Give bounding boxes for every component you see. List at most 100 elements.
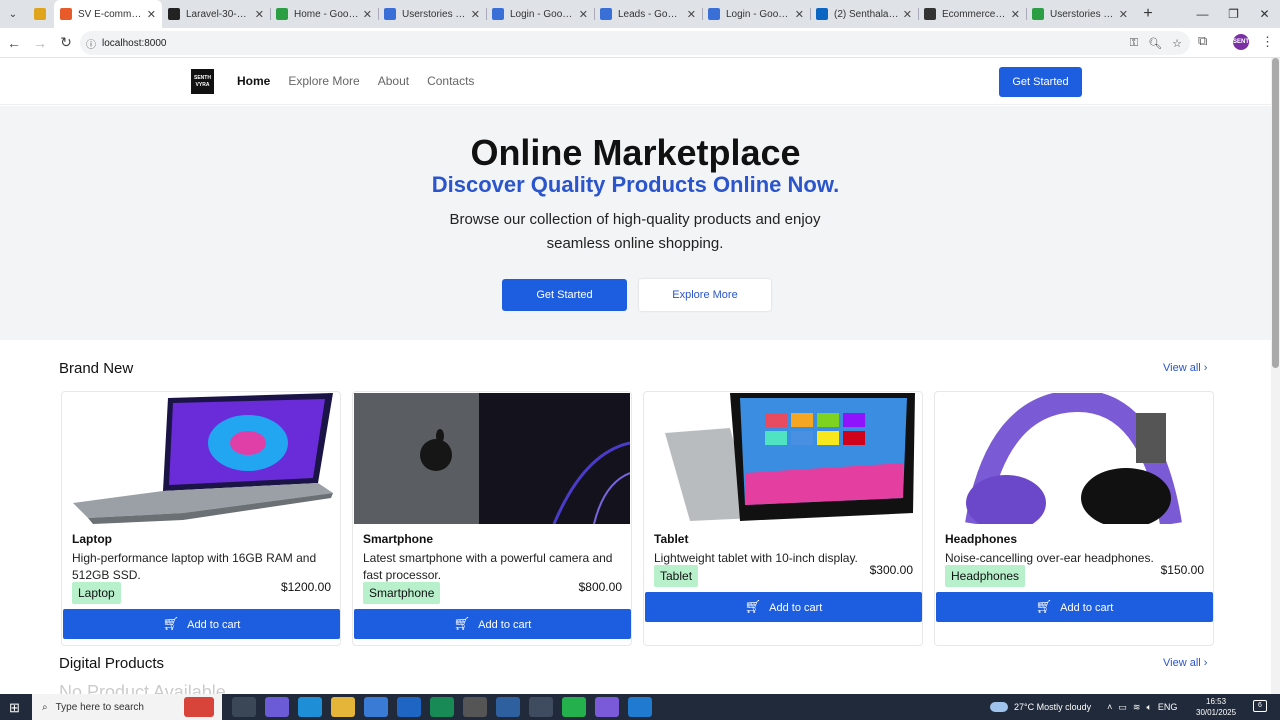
profile-avatar[interactable]: SENTH xyxy=(1233,34,1253,50)
tab-favicon-icon xyxy=(34,8,46,20)
tab-close-icon[interactable]: ✕ xyxy=(1011,8,1020,21)
hero-explore-button[interactable]: Explore More xyxy=(639,279,771,311)
browser-tab[interactable]: Userstories - Lea ✕ xyxy=(378,0,486,28)
tab-search-dropdown[interactable]: ⌄ xyxy=(0,0,26,28)
browser-tab-bar: ⌄ SV E-commerce✕Laravel-30-Days✕Home - G… xyxy=(0,0,1280,28)
restore-icon[interactable]: ❐ xyxy=(1218,0,1249,28)
product-description: High-performance laptop with 16GB RAM an… xyxy=(72,551,317,582)
product-image[interactable] xyxy=(354,393,630,524)
password-key-icon[interactable]: ⚿ xyxy=(1130,37,1138,50)
product-card[interactable]: Headphones Noise-cancelling over-ear head… xyxy=(934,391,1214,646)
tab-close-icon[interactable]: ✕ xyxy=(795,8,804,21)
hero-get-started-button[interactable]: Get Started xyxy=(502,279,627,311)
outlook-icon[interactable] xyxy=(397,697,421,717)
add-to-cart-button[interactable]: 🛒︎ Add to cart xyxy=(63,609,340,639)
tab-favicon-icon xyxy=(60,8,72,20)
nav-link-about[interactable]: About xyxy=(378,74,409,88)
tab-close-icon[interactable]: ✕ xyxy=(903,8,912,21)
address-bar[interactable]: ⓘ localhost:8000 ⚿ 🔍︎ ☆ xyxy=(80,31,1190,55)
product-name[interactable]: Headphones xyxy=(945,532,1017,546)
product-name[interactable]: Tablet xyxy=(654,532,688,546)
browser-tab[interactable]: Ecommerce App ✕ xyxy=(918,0,1026,28)
product-card[interactable]: Tablet Lightweight tablet with 10-inch di… xyxy=(643,391,923,646)
tab-close-icon[interactable]: ✕ xyxy=(255,8,264,21)
site-logo[interactable]: SENTH VYRA xyxy=(191,69,214,94)
browser-tab[interactable]: Login - Google D ✕ xyxy=(702,0,810,28)
battery-icon[interactable]: ▭ xyxy=(1118,702,1127,713)
tab-close-icon[interactable]: ✕ xyxy=(147,8,156,21)
nav-link-explore[interactable]: Explore More xyxy=(288,74,359,88)
add-to-cart-button[interactable]: 🛒︎ Add to cart xyxy=(645,592,922,622)
scrollbar-thumb[interactable] xyxy=(1272,58,1279,368)
media-icon[interactable] xyxy=(496,697,520,717)
windows-start-icon[interactable]: ⊞ xyxy=(9,700,20,716)
file-explorer-icon[interactable] xyxy=(331,697,355,717)
view-all-link-digital[interactable]: View all › xyxy=(1163,657,1207,669)
whatsapp-icon[interactable] xyxy=(562,697,586,717)
product-card[interactable]: Laptop High-performance laptop with 16GB … xyxy=(61,391,341,646)
store-icon[interactable] xyxy=(364,697,388,717)
hero-text: Browse our collection of high-quality pr… xyxy=(449,211,821,252)
product-card[interactable]: Smartphone Latest smartphone with a power… xyxy=(352,391,632,646)
tab-close-icon[interactable]: ✕ xyxy=(687,8,696,21)
site-info-icon[interactable]: ⓘ xyxy=(80,36,102,51)
product-image[interactable] xyxy=(63,393,339,524)
taskbar-clock[interactable]: 16:53 30/01/2025 xyxy=(1196,696,1236,718)
cart-icon: 🛒︎ xyxy=(162,616,180,631)
browser-tab[interactable]: Laravel-30-Days ✕ xyxy=(162,0,270,28)
product-image[interactable] xyxy=(936,393,1212,524)
browser-menu-icon[interactable]: ⋮ xyxy=(1261,34,1274,50)
product-name[interactable]: Laptop xyxy=(72,532,112,546)
browser-tab[interactable]: SV E-commerce ✕ xyxy=(54,0,162,28)
page-scrollbar[interactable] xyxy=(1271,58,1280,694)
browser-tab[interactable] xyxy=(26,0,54,28)
notifications-icon[interactable]: 6 xyxy=(1253,700,1267,712)
forward-icon[interactable]: → xyxy=(28,35,52,51)
copilot-icon[interactable] xyxy=(265,697,289,717)
extensions-icon[interactable]: ⧉ xyxy=(1198,33,1207,49)
product-image[interactable] xyxy=(645,393,921,524)
weather-text[interactable]: 27°C Mostly cloudy xyxy=(1014,702,1091,712)
bookmark-star-icon[interactable]: ☆ xyxy=(1172,37,1182,50)
tab-close-icon[interactable]: ✕ xyxy=(471,8,480,21)
back-icon[interactable]: ← xyxy=(2,35,26,51)
add-to-cart-label: Add to cart xyxy=(769,602,823,614)
wifi-icon[interactable]: ≋ xyxy=(1133,702,1141,713)
tab-close-icon[interactable]: ✕ xyxy=(1119,8,1128,21)
product-name[interactable]: Smartphone xyxy=(363,532,433,546)
app-icon[interactable] xyxy=(463,697,487,717)
excel-icon[interactable] xyxy=(430,697,454,717)
reload-icon[interactable]: ↻ xyxy=(54,34,78,51)
close-window-icon[interactable]: ✕ xyxy=(1249,0,1280,28)
language-indicator[interactable]: ENG xyxy=(1158,702,1178,712)
browser-tab[interactable]: Leads - Google D ✕ xyxy=(594,0,702,28)
tab-close-icon[interactable]: ✕ xyxy=(579,8,588,21)
github-desktop-icon[interactable] xyxy=(595,697,619,717)
add-to-cart-button[interactable]: 🛒︎ Add to cart xyxy=(936,592,1213,622)
vscode-icon[interactable] xyxy=(628,697,652,717)
browser-tab[interactable]: Login - Google D ✕ xyxy=(486,0,594,28)
tab-close-icon[interactable]: ✕ xyxy=(363,8,372,21)
view-all-link-brand-new[interactable]: View all › xyxy=(1163,362,1207,374)
url-text[interactable]: localhost:8000 xyxy=(102,38,167,49)
taskbar-search[interactable]: ⌕ Type here to search xyxy=(32,694,222,720)
nav-get-started-button[interactable]: Get Started xyxy=(999,67,1082,97)
weather-cloud-icon[interactable] xyxy=(990,702,1008,712)
product-category-badge: Headphones xyxy=(945,565,1026,587)
zoom-icon[interactable]: 🔍︎ xyxy=(1148,37,1162,50)
nav-link-home[interactable]: Home xyxy=(237,74,270,88)
task-view-icon[interactable] xyxy=(232,697,256,717)
nav-link-contacts[interactable]: Contacts xyxy=(427,74,474,88)
tab-favicon-icon xyxy=(924,8,936,20)
minimize-icon[interactable]: — xyxy=(1187,0,1218,28)
browser-tab[interactable]: Home - Google D ✕ xyxy=(270,0,378,28)
add-to-cart-button[interactable]: 🛒︎ Add to cart xyxy=(354,609,631,639)
edge-icon[interactable] xyxy=(298,697,322,717)
tab-favicon-icon xyxy=(600,8,612,20)
volume-icon[interactable]: 🔈︎ xyxy=(1146,702,1151,713)
browser-tab[interactable]: Userstories - Go ✕ xyxy=(1026,0,1134,28)
new-tab-button[interactable]: + xyxy=(1134,5,1162,23)
browser-tab[interactable]: (2) Senthalan V ✕ xyxy=(810,0,918,28)
chrome-icon[interactable] xyxy=(529,697,553,717)
tray-overflow-icon[interactable]: ˄ xyxy=(1107,702,1112,712)
